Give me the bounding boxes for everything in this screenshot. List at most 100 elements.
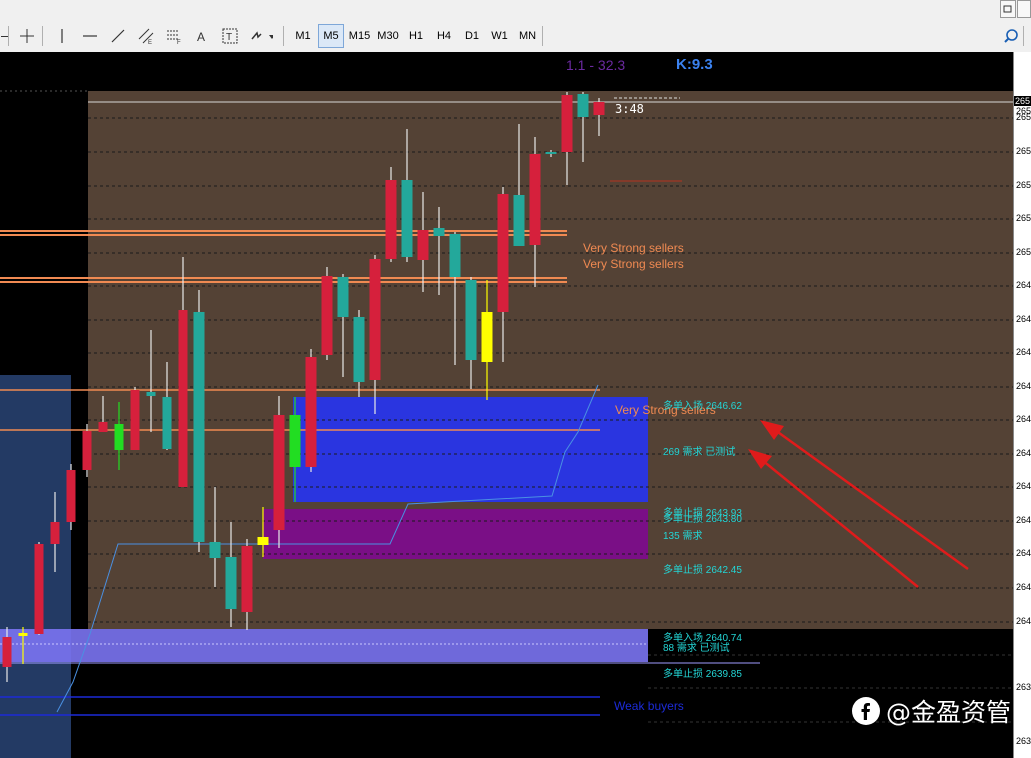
candle-body bbox=[2, 637, 12, 667]
candle-body bbox=[82, 431, 92, 470]
seller-label-1: Very Strong sellers bbox=[583, 241, 684, 255]
chart-canvas bbox=[0, 90, 1013, 758]
demand-zone-88 bbox=[0, 629, 648, 662]
equidistant-channel-button[interactable]: E bbox=[133, 24, 159, 48]
candle-body bbox=[66, 470, 76, 522]
timeframe-h4[interactable]: H4 bbox=[431, 24, 457, 48]
candle-body bbox=[513, 195, 525, 246]
price-axis-label: 265 bbox=[1016, 112, 1031, 122]
toolbar-separator bbox=[42, 26, 43, 46]
candle-body bbox=[497, 194, 509, 312]
timeframe-w1[interactable]: W1 bbox=[487, 24, 512, 48]
current-price-tag: 265 bbox=[1014, 96, 1031, 106]
candle bbox=[66, 464, 76, 530]
text-tool-button[interactable]: A bbox=[189, 24, 215, 48]
candle-body bbox=[369, 259, 381, 380]
candle-body bbox=[529, 154, 541, 245]
candle-body bbox=[162, 397, 172, 449]
timeframe-d1[interactable]: D1 bbox=[459, 24, 485, 48]
candle-body bbox=[273, 415, 285, 530]
candle-body bbox=[385, 180, 397, 259]
price-axis-label: 265 bbox=[1016, 146, 1031, 156]
trendline-icon bbox=[111, 29, 125, 43]
demand-269-label: 269 需求 已测试 bbox=[663, 447, 736, 458]
candle-body bbox=[241, 546, 253, 612]
candle bbox=[305, 349, 317, 472]
price-axis-label: 264 bbox=[1016, 314, 1031, 324]
candle bbox=[193, 290, 205, 552]
candle-body bbox=[146, 392, 156, 396]
candle-body bbox=[321, 276, 333, 355]
candle bbox=[321, 267, 333, 360]
candle-body bbox=[18, 633, 28, 636]
text-label-button[interactable]: T bbox=[217, 24, 243, 48]
candle-body bbox=[34, 544, 44, 634]
search-icon bbox=[1004, 29, 1018, 43]
candle bbox=[130, 387, 140, 450]
candle-body bbox=[337, 277, 349, 317]
text-icon: A bbox=[197, 30, 205, 44]
vertical-line-button[interactable] bbox=[49, 24, 75, 48]
candle bbox=[82, 424, 92, 477]
crosshair-button[interactable] bbox=[14, 24, 40, 48]
price-axis-label: 265 bbox=[1016, 213, 1031, 223]
long-stop-label-3: 多单止损 2639.85 bbox=[663, 669, 742, 680]
demand-zone-135 bbox=[263, 509, 648, 559]
toolbar-separator bbox=[283, 26, 284, 46]
demand-88-label: 88 需求 已测试 bbox=[663, 643, 730, 654]
candle-body bbox=[178, 310, 188, 487]
price-axis-label: 264 bbox=[1016, 616, 1031, 626]
candle-body bbox=[481, 312, 493, 362]
candle-body bbox=[401, 180, 413, 257]
price-axis[interactable]: 265 265 265 265 265 265 264 264 264 264 264 264 264 2… bbox=[1013, 52, 1031, 758]
timeframe-m30[interactable]: M30 bbox=[375, 24, 401, 48]
seller-label-2: Very Strong sellers bbox=[583, 257, 684, 271]
range-indicator: 1.1 - 32.3 bbox=[566, 57, 626, 73]
candle-body bbox=[433, 228, 445, 236]
price-axis-label: 263 bbox=[1016, 736, 1031, 746]
arrows-icon bbox=[251, 31, 273, 40]
candle bbox=[385, 167, 397, 262]
trendline-button[interactable] bbox=[105, 24, 131, 48]
toolbar-separator bbox=[1023, 26, 1024, 46]
price-axis-label: 264 bbox=[1016, 414, 1031, 424]
timeframe-m5[interactable]: M5 bbox=[318, 24, 344, 48]
timeframe-h1[interactable]: H1 bbox=[403, 24, 429, 48]
candle-body bbox=[465, 280, 477, 360]
candle-body bbox=[353, 317, 365, 382]
watermark: @金盈资管 bbox=[852, 694, 1011, 728]
timeframe-m15[interactable]: M15 bbox=[346, 24, 373, 48]
weak-buyers-label: Weak buyers bbox=[614, 699, 684, 713]
timeframe-mn[interactable]: MN bbox=[514, 24, 541, 48]
long-entry-label-1: 多单入场 2646.62 bbox=[663, 401, 742, 412]
price-axis-label: 264 bbox=[1016, 347, 1031, 357]
long-stop-label-1b: 多单止损 2643.80 bbox=[663, 514, 742, 525]
toolbar-separator bbox=[8, 26, 9, 46]
arrows-dropdown-button[interactable] bbox=[245, 24, 277, 48]
candle-body bbox=[209, 542, 221, 558]
horizontal-line-icon bbox=[83, 35, 97, 37]
candle bbox=[273, 396, 285, 548]
candle-body bbox=[193, 312, 205, 542]
channel-icon: E bbox=[138, 28, 154, 45]
price-chart[interactable]: 1.1 - 32.3 K:9.3 3:48 Very Strong seller… bbox=[0, 52, 1013, 758]
candle-countdown: 3:48 bbox=[615, 102, 644, 116]
horizontal-line-button[interactable] bbox=[77, 24, 103, 48]
candle-body bbox=[50, 522, 60, 544]
long-stop-label-2: 多单止损 2642.45 bbox=[663, 565, 742, 576]
facebook-icon bbox=[852, 697, 880, 725]
fibonacci-button[interactable]: F bbox=[161, 24, 187, 48]
timeframe-m1[interactable]: M1 bbox=[290, 24, 316, 48]
candle bbox=[34, 542, 44, 635]
toolbar-main-row: E F A T M1 M5 M15 M30 H1 H4 D1 W1 MN bbox=[0, 22, 1031, 50]
svg-text:F: F bbox=[177, 40, 181, 45]
demand-135-label: 135 需求 bbox=[663, 531, 703, 542]
price-axis-label: 264 bbox=[1016, 481, 1031, 491]
price-axis-label: 264 bbox=[1016, 515, 1031, 525]
vertical-line-icon bbox=[61, 29, 63, 43]
candle-body bbox=[289, 415, 301, 467]
window-restore-button[interactable] bbox=[1000, 0, 1016, 18]
svg-text:A: A bbox=[197, 30, 205, 44]
restore-icon bbox=[1003, 5, 1012, 13]
window-close-button[interactable] bbox=[1017, 0, 1031, 18]
